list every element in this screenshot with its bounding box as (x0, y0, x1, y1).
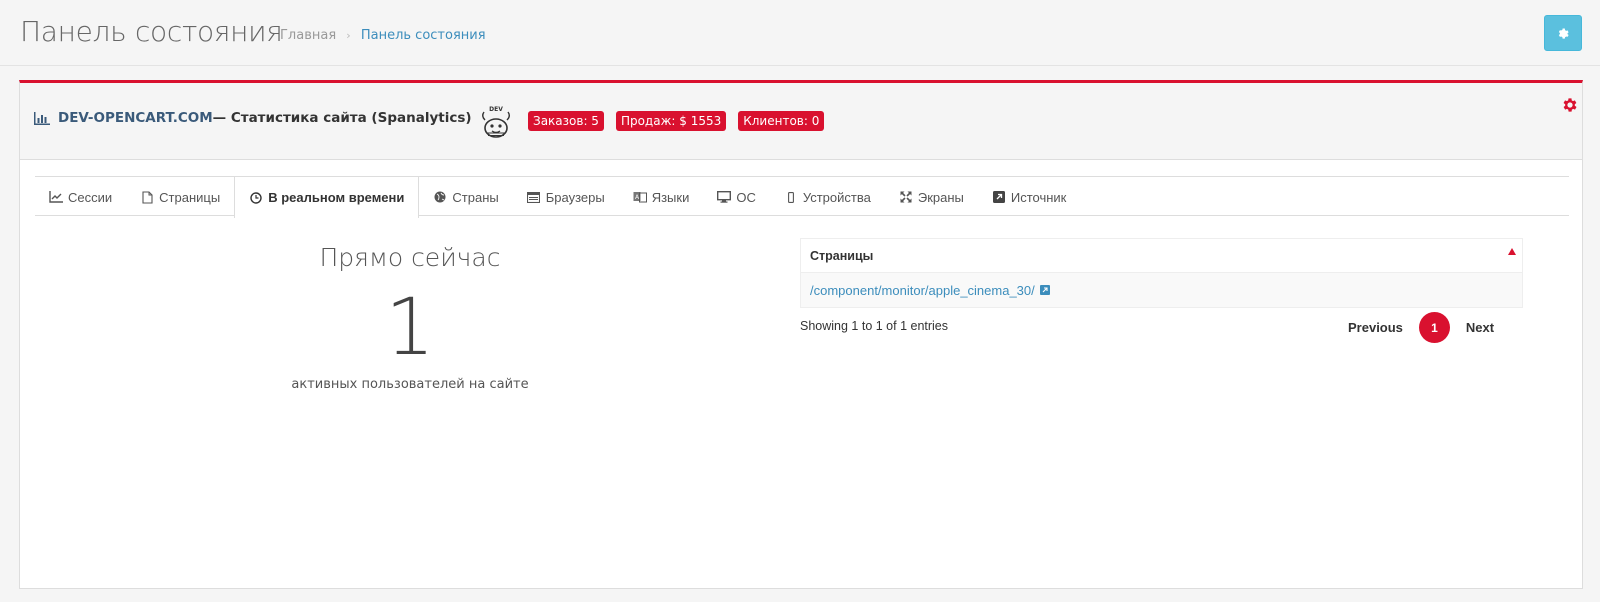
pages-table: Страницы /component/monitor/apple_cinema… (800, 238, 1523, 308)
stat-badges: Заказов: 5 Продаж: $ 1553 Клиентов: 0 (528, 111, 825, 131)
site-name: DEV-OPENCART.COM (58, 110, 213, 126)
tab-screens[interactable]: Экраны (885, 177, 978, 217)
tab-label: Страны (452, 189, 499, 205)
bar-chart-icon (34, 111, 50, 125)
table-header-pages[interactable]: Страницы (801, 239, 1522, 273)
table-info: Showing 1 to 1 of 1 entries (800, 319, 949, 333)
panel-title: DEV-OPENCART.COM — Статистика сайта (Spa… (34, 110, 472, 126)
tab-label: Языки (651, 189, 690, 205)
gear-icon (1558, 28, 1569, 39)
realtime-title: Прямо сейчас (319, 243, 501, 272)
tab-label: Источник (1010, 189, 1067, 205)
tab-os[interactable]: ОС (703, 177, 770, 217)
breadcrumb-home[interactable]: Главная (280, 28, 336, 43)
page-1-button[interactable]: 1 (1418, 312, 1450, 343)
tab-realtime[interactable]: В реальном времени (234, 177, 420, 218)
active-users-caption: активных пользователей на сайте (291, 377, 529, 392)
tab-sessions[interactable]: Сессии (35, 177, 126, 217)
settings-button[interactable] (1544, 15, 1582, 51)
analytics-panel: DEV-OPENCART.COM — Статистика сайта (Spa… (19, 80, 1583, 589)
tab-label: В реальном времени (268, 190, 405, 205)
desktop-icon (717, 190, 732, 204)
page-title: Панель состояния (20, 15, 283, 48)
tab-pages[interactable]: Страницы (126, 177, 234, 217)
spanalytics-mascot-logo: DEV (482, 106, 510, 138)
external-link-icon[interactable] (1039, 285, 1050, 295)
sales-badge: Продаж: $ 1553 (615, 111, 727, 131)
orders-badge: Заказов: 5 (528, 111, 604, 131)
panel-heading: DEV-OPENCART.COM — Статистика сайта (Spa… (20, 83, 1582, 160)
mobile-icon (784, 190, 798, 204)
breadcrumb-separator: › (346, 29, 351, 42)
globe-icon (433, 190, 447, 204)
sort-asc-icon (1508, 248, 1516, 255)
tab-countries[interactable]: Страны (419, 177, 512, 217)
tab-label: ОС (736, 189, 756, 205)
pagination: Previous 1 Next (1348, 312, 1494, 343)
tab-label: Страницы (159, 189, 221, 205)
tab-label: Экраны (917, 189, 964, 205)
tab-label: Браузеры (545, 189, 605, 205)
line-chart-icon (49, 190, 63, 204)
stats-tabs: Сессии Страницы В реальном времени Стран… (35, 176, 1569, 218)
active-users-count: 1 (385, 283, 435, 373)
panel-title-text: — Статистика сайта (Spanalytics) (212, 110, 472, 126)
next-button[interactable]: Next (1466, 316, 1494, 339)
tab-browsers[interactable]: Браузеры (513, 177, 619, 217)
mascot-label: DEV (489, 106, 503, 113)
tab-languages[interactable]: A Языки (619, 177, 704, 217)
tab-devices[interactable]: Устройства (770, 177, 885, 217)
panel-settings-gear-icon[interactable] (1561, 96, 1579, 114)
tab-label: Сессии (68, 189, 113, 205)
table-header-label: Страницы (810, 248, 874, 263)
language-icon: A (633, 190, 647, 204)
breadcrumb: Главная › Панель состояния (280, 28, 486, 43)
clock-icon (249, 191, 263, 205)
page-url-link[interactable]: /component/monitor/apple_cinema_30/ (810, 283, 1035, 298)
previous-button[interactable]: Previous (1348, 316, 1403, 339)
external-link-icon (992, 190, 1006, 204)
tab-label: Устройства (802, 189, 871, 205)
page-header: Панель состояния Главная › Панель состоя… (0, 0, 1600, 66)
breadcrumb-current[interactable]: Панель состояния (361, 28, 486, 43)
customers-badge: Клиентов: 0 (738, 111, 825, 131)
browser-icon (527, 190, 541, 204)
file-icon (140, 190, 154, 204)
expand-icon (899, 190, 913, 204)
table-row: /component/monitor/apple_cinema_30/ (801, 273, 1522, 307)
tab-source[interactable]: Источник (978, 177, 1081, 217)
